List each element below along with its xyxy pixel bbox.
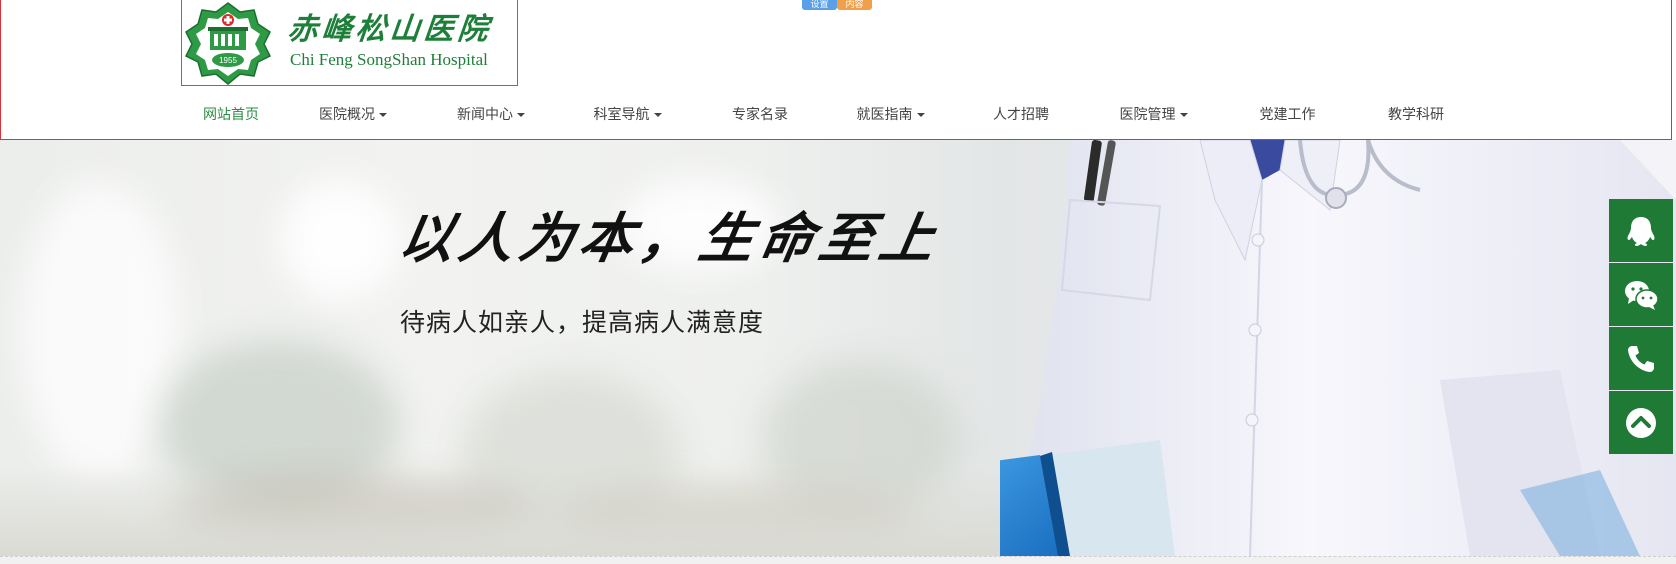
hospital-logo[interactable]: 1955 赤峰松山医院 Chi Feng SongShan Hospital xyxy=(181,0,518,86)
top-switch-group: 设置 内容 xyxy=(802,0,872,10)
nav-item-4[interactable]: 科室导航 xyxy=(559,99,696,131)
wechat-button[interactable] xyxy=(1609,263,1673,326)
nav-item-label: 网站首页 xyxy=(203,107,259,123)
nav-item-3[interactable]: 新闻中心 xyxy=(423,99,559,131)
top-switch-button-1[interactable]: 设置 xyxy=(802,0,837,10)
nav-item-7[interactable]: 人才招聘 xyxy=(957,99,1085,131)
hospital-emblem-icon: 1955 xyxy=(184,2,272,85)
hero-banner: 以人为本，生命至上 待病人如亲人，提高病人满意度 xyxy=(0,140,1676,556)
nav-item-10[interactable]: 教学科研 xyxy=(1353,99,1479,131)
caret-down-icon xyxy=(517,113,525,117)
nav-item-label: 就医指南 xyxy=(856,107,913,123)
banner-bokeh xyxy=(20,180,180,480)
doctor-illustration xyxy=(1000,140,1676,556)
nav-item-label: 专家名录 xyxy=(732,107,788,123)
nav-item-label: 科室导航 xyxy=(593,107,650,123)
logo-chinese-name: 赤峰松山医院 xyxy=(286,12,494,47)
nav-item-label: 医院概况 xyxy=(319,107,375,123)
phone-button[interactable] xyxy=(1609,327,1673,390)
qq-icon xyxy=(1627,216,1655,246)
svg-text:1955: 1955 xyxy=(219,56,237,65)
qq-button[interactable] xyxy=(1609,199,1673,262)
top-switch-button-2[interactable]: 内容 xyxy=(837,0,872,10)
caret-down-icon xyxy=(1179,113,1188,117)
nav-item-label: 教学科研 xyxy=(1388,107,1444,123)
main-nav: 网站首页 医院概况 新闻中心 科室导航 专家名录 就医指南 人才招聘 医院管理 党建工作 教学科研 xyxy=(179,99,1479,131)
wechat-icon xyxy=(1625,280,1659,310)
nav-item-1[interactable]: 网站首页 xyxy=(179,99,283,131)
banner-slogan: 以人为本，生命至上 xyxy=(394,206,946,270)
nav-item-2[interactable]: 医院概况 xyxy=(283,99,423,131)
nav-item-label: 党建工作 xyxy=(1259,107,1316,123)
nav-item-5[interactable]: 专家名录 xyxy=(696,99,824,131)
caret-down-icon xyxy=(653,113,662,117)
phone-icon xyxy=(1628,345,1654,372)
caret-down-icon xyxy=(379,113,387,117)
banner-subtitle: 待病人如亲人，提高病人满意度 xyxy=(400,308,765,337)
nav-item-label: 医院管理 xyxy=(1119,107,1176,123)
nav-item-label: 新闻中心 xyxy=(457,107,513,123)
nav-item-8[interactable]: 医院管理 xyxy=(1085,99,1222,131)
caret-down-icon xyxy=(916,113,925,117)
nav-item-label: 人才招聘 xyxy=(993,107,1049,123)
floating-contact-bar xyxy=(1609,199,1673,455)
site-header: 1955 赤峰松山医院 Chi Feng SongShan Hospital 设… xyxy=(0,0,1672,140)
back-to-top-icon xyxy=(1626,407,1656,438)
logo-english-name: Chi Feng SongShan Hospital xyxy=(290,50,488,69)
back-to-top-button[interactable] xyxy=(1609,391,1673,454)
banner-bokeh xyxy=(280,180,400,300)
nav-item-6[interactable]: 就医指南 xyxy=(824,99,957,131)
nav-item-9[interactable]: 党建工作 xyxy=(1222,99,1353,131)
banner-bottom-edge xyxy=(0,556,1676,564)
